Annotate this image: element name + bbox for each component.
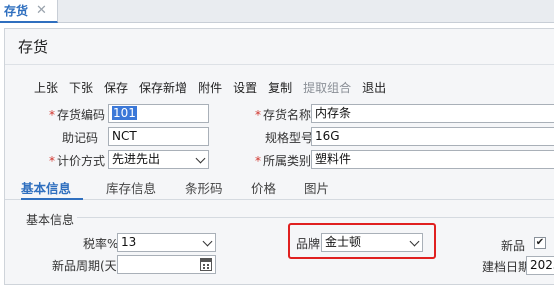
close-icon[interactable]: ✕: [36, 4, 47, 17]
calendar-icon[interactable]: [200, 258, 212, 271]
tab-images[interactable]: 图片: [304, 178, 329, 197]
brand-select[interactable]: 金士顿: [321, 233, 423, 252]
tax-rate-select[interactable]: 13: [117, 233, 216, 252]
save-button[interactable]: 保存: [104, 79, 128, 96]
spec-field[interactable]: 16G: [311, 127, 554, 146]
inventory-code-label: * 存货编码: [49, 108, 106, 122]
document-tab-label: 存货: [4, 4, 29, 18]
new-product-label: 新品: [501, 239, 526, 253]
inventory-code-field[interactable]: 101: [108, 104, 209, 123]
document-tab-strip: 存货 ✕: [0, 0, 554, 23]
detail-tabs: 基本信息 库存信息 条形码 价格 图片: [5, 176, 554, 200]
chevron-down-icon: [202, 236, 213, 247]
inventory-name-label: * 存货名称: [255, 108, 312, 122]
new-period-label: 新品周期(天): [52, 259, 122, 273]
toolbar: 上张 下张 保存 保存新增 附件 设置 复制 提取组合 退出: [34, 79, 397, 96]
save-and-new-button[interactable]: 保存新增: [139, 79, 187, 96]
inventory-window: 存货 上张 下张 保存 保存新增 附件 设置 复制 提取组合 退出 * 存货编码 …: [4, 28, 554, 285]
inventory-name-field[interactable]: 内存条: [311, 104, 554, 123]
section-title: 基本信息: [26, 213, 75, 227]
cost-method-select[interactable]: 先进先出: [108, 150, 209, 169]
attachment-button[interactable]: 附件: [198, 79, 222, 96]
tax-rate-label: 税率%: [83, 237, 119, 251]
mnemonic-label: 助记码: [62, 131, 99, 145]
spec-label: 规格型号: [265, 131, 314, 145]
copy-button[interactable]: 复制: [268, 79, 292, 96]
document-tab-inventory[interactable]: 存货 ✕: [0, 0, 58, 23]
category-field[interactable]: 塑料件: [311, 150, 554, 169]
created-date-label: 建档日期: [482, 260, 531, 274]
chevron-down-icon: [195, 153, 206, 164]
brand-label: 品牌: [296, 237, 321, 251]
new-product-checkbox[interactable]: ✔: [534, 237, 546, 249]
chevron-down-icon: [409, 236, 420, 247]
prev-record-button[interactable]: 上张: [34, 79, 58, 96]
tab-stock-info[interactable]: 库存信息: [106, 178, 156, 197]
title-divider: [5, 64, 554, 65]
category-label: * 所属类别: [255, 154, 312, 168]
new-period-field[interactable]: [117, 255, 216, 274]
tab-barcode[interactable]: 条形码: [185, 178, 223, 197]
window-title: 存货: [18, 38, 49, 56]
extract-combination-button[interactable]: 提取组合: [303, 79, 351, 96]
settings-button[interactable]: 设置: [233, 79, 257, 96]
tab-basic-info[interactable]: 基本信息: [21, 178, 71, 197]
active-tab-indicator: [21, 198, 83, 200]
tab-price[interactable]: 价格: [251, 178, 276, 197]
exit-button[interactable]: 退出: [362, 79, 386, 96]
next-record-button[interactable]: 下张: [69, 79, 93, 96]
cost-method-label: * 计价方式: [49, 154, 106, 168]
mnemonic-field[interactable]: NCT: [108, 127, 209, 146]
section-divider: [77, 217, 554, 218]
created-date-field[interactable]: 2023: [526, 256, 554, 275]
